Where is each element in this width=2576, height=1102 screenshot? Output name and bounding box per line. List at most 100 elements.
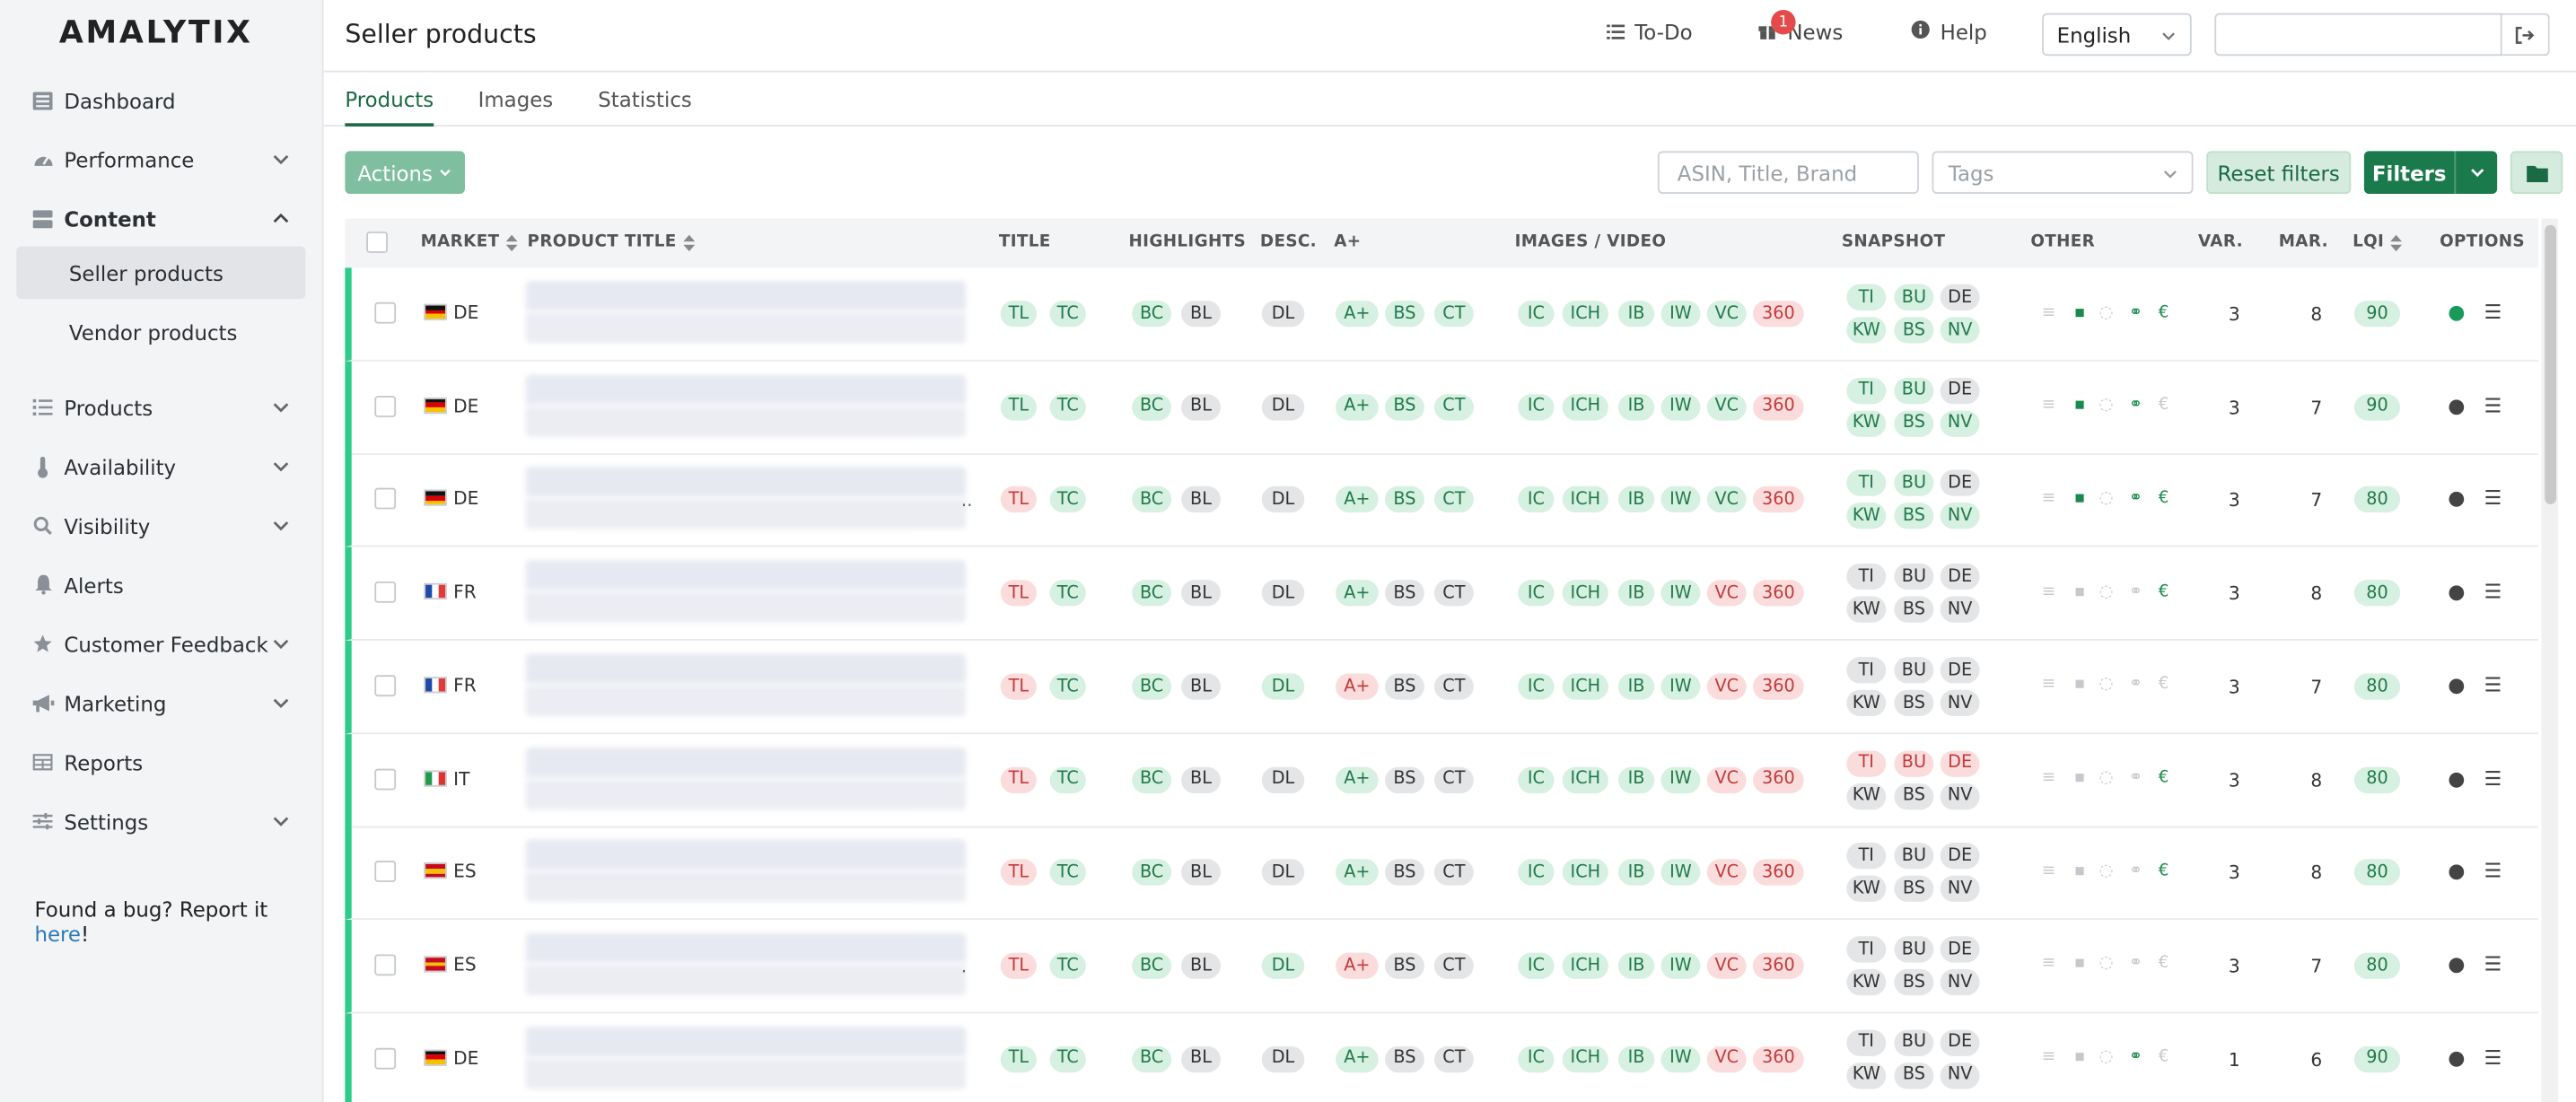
comment-icon[interactable]: ● bbox=[2448, 766, 2465, 790]
marketplaces-count: 8 bbox=[2310, 862, 2323, 885]
product-title-redacted[interactable] bbox=[525, 746, 967, 809]
sidebar-item-visibility[interactable]: Visibility bbox=[0, 501, 324, 550]
comment-icon[interactable]: ● bbox=[2448, 673, 2465, 696]
table-row[interactable]: DE TL TC BC BL DL A+ BS CT IC ICH IB IW VC 360 TI BU DE KW… bbox=[345, 267, 2538, 362]
comment-icon[interactable]: ● bbox=[2448, 394, 2465, 417]
image-360-badge: 360 bbox=[1752, 580, 1804, 607]
user-field[interactable] bbox=[2214, 13, 2502, 57]
comment-icon[interactable]: ● bbox=[2448, 1045, 2465, 1069]
table-row[interactable]: DE.. TL TC BC BL DL A+ BS CT IC ICH IB IW VC 360 TI BU DE… bbox=[345, 453, 2538, 548]
select-all-checkbox[interactable] bbox=[366, 232, 388, 253]
search-input[interactable]: ASIN, Title, Brand bbox=[1657, 151, 1919, 194]
options-list-icon[interactable]: ☰ bbox=[2484, 580, 2502, 603]
sidebar-item-settings[interactable]: Settings bbox=[0, 797, 324, 846]
options-list-icon[interactable]: ☰ bbox=[2484, 394, 2502, 417]
table-row[interactable]: ES TL TC BC BL DL A+ BS CT IC ICH IB IW VC 360 TI BU DE KW… bbox=[345, 826, 2538, 921]
sidebar-item-marketing[interactable]: Marketing bbox=[0, 678, 324, 728]
sidebar-item-alerts[interactable]: Alerts bbox=[0, 560, 324, 609]
sidebar-subitem-seller-products[interactable]: Seller products bbox=[16, 246, 306, 300]
sidebar-item-products[interactable]: Products bbox=[0, 382, 324, 432]
options-list-icon[interactable]: ☰ bbox=[2484, 860, 2502, 883]
product-title-redacted[interactable] bbox=[525, 467, 967, 530]
filters-dropdown-button[interactable] bbox=[2454, 151, 2498, 194]
row-checkbox[interactable] bbox=[374, 395, 397, 417]
other-indicator-icon: ⚭ bbox=[2128, 768, 2143, 787]
logout-button[interactable] bbox=[2500, 13, 2550, 57]
sidebar-item-content[interactable]: Content bbox=[0, 194, 324, 243]
table-row[interactable]: FR TL TC BC BL DL A+ BS CT IC ICH IB IW VC 360 TI BU DE KW… bbox=[345, 640, 2538, 734]
other-indicator-icon: ≡ bbox=[2041, 302, 2056, 321]
row-checkbox[interactable] bbox=[374, 954, 397, 976]
app-logo[interactable]: AMALYTIX bbox=[59, 14, 253, 50]
tab-images[interactable]: Images bbox=[478, 87, 554, 127]
marketplaces-count: 7 bbox=[2310, 397, 2323, 419]
row-checkbox[interactable] bbox=[374, 488, 397, 511]
table-row[interactable]: FR TL TC BC BL DL A+ BS CT IC ICH IB IW VC 360 TI BU DE KW… bbox=[345, 547, 2538, 642]
sidebar-item-label: Performance bbox=[64, 146, 195, 172]
image-ich-badge: ICH bbox=[1562, 393, 1608, 421]
comment-icon[interactable]: ● bbox=[2448, 860, 2465, 883]
other-indicator-icon: ⚭ bbox=[2128, 302, 2143, 321]
options-list-icon[interactable]: ☰ bbox=[2484, 487, 2502, 511]
options-list-icon[interactable]: ☰ bbox=[2484, 766, 2502, 790]
filters-button[interactable]: Filters bbox=[2363, 151, 2455, 194]
row-checkbox[interactable] bbox=[374, 302, 397, 324]
other-indicator-icon: ⚭ bbox=[2128, 582, 2143, 601]
row-checkbox[interactable] bbox=[374, 861, 397, 883]
table-row[interactable]: IT TL TC BC BL DL A+ BS CT IC ICH IB IW VC 360 TI BU DE KW… bbox=[345, 733, 2538, 827]
column-lqi[interactable]: LQI bbox=[2353, 233, 2403, 251]
saved-filters-button[interactable] bbox=[2510, 151, 2563, 194]
row-checkbox[interactable] bbox=[374, 767, 397, 790]
sidebar-item-performance[interactable]: Performance bbox=[0, 135, 324, 184]
snapshot-bs-badge: BS bbox=[1894, 968, 1934, 995]
options-list-icon[interactable]: ☰ bbox=[2484, 301, 2502, 324]
sidebar-subitem-vendor-products[interactable]: Vendor products bbox=[16, 305, 305, 358]
options-list-icon[interactable]: ☰ bbox=[2484, 1045, 2502, 1069]
column-product-title[interactable]: PRODUCT TITLE bbox=[528, 233, 695, 251]
tab-statistics[interactable]: Statistics bbox=[598, 87, 692, 127]
column-mar: MAR. bbox=[2278, 232, 2328, 252]
variations-count: 3 bbox=[2228, 303, 2240, 326]
row-checkbox[interactable] bbox=[374, 1047, 397, 1069]
row-checkbox[interactable] bbox=[374, 582, 397, 603]
comment-icon[interactable]: ● bbox=[2448, 301, 2465, 324]
comment-icon[interactable]: ● bbox=[2448, 952, 2465, 975]
market-code: ES bbox=[453, 954, 477, 976]
todo-button[interactable]: To-Do bbox=[1607, 20, 1693, 44]
product-title-redacted[interactable] bbox=[525, 839, 967, 903]
sidebar-item-reports[interactable]: Reports bbox=[0, 738, 324, 787]
language-select[interactable]: English bbox=[2042, 13, 2192, 57]
table-row[interactable]: ES. TL TC BC BL DL A+ BS CT IC ICH IB IW VC 360 TI BU DE K… bbox=[345, 919, 2538, 1014]
product-title-redacted[interactable] bbox=[525, 373, 967, 437]
scrollbar-thumb[interactable] bbox=[2545, 224, 2557, 504]
tab-products[interactable]: Products bbox=[345, 87, 434, 127]
table-row[interactable]: DE TL TC BC BL DL A+ BS CT IC ICH IB IW VC 360 TI BU DE KW… bbox=[345, 1012, 2538, 1102]
bug-report-link[interactable]: here bbox=[34, 922, 81, 946]
sidebar-item-dashboard[interactable]: Dashboard bbox=[0, 75, 324, 125]
product-title-redacted[interactable] bbox=[525, 1026, 967, 1089]
product-title-redacted[interactable] bbox=[525, 932, 967, 995]
product-title-redacted[interactable] bbox=[525, 560, 967, 623]
product-title-redacted[interactable] bbox=[525, 280, 967, 344]
title-tl-badge: TL bbox=[1000, 1045, 1037, 1072]
image-ich-badge: ICH bbox=[1562, 859, 1608, 886]
tags-select[interactable]: Tags bbox=[1932, 151, 2194, 194]
sidebar-item-availability[interactable]: Availability bbox=[0, 442, 324, 491]
actions-button[interactable]: Actions bbox=[345, 151, 465, 194]
highlights-bl-badge: BL bbox=[1181, 393, 1221, 421]
table-row[interactable]: DE TL TC BC BL DL A+ BS CT IC ICH IB IW VC 360 TI BU DE KW… bbox=[345, 361, 2538, 455]
title-tl-badge: TL bbox=[1000, 580, 1037, 607]
todo-list-icon bbox=[1607, 20, 1625, 44]
reset-filters-button[interactable]: Reset filters bbox=[2206, 151, 2352, 194]
help-button[interactable]: Help bbox=[1911, 20, 1987, 44]
options-list-icon[interactable]: ☰ bbox=[2484, 673, 2502, 696]
sidebar-item-customer-feedback[interactable]: Customer Feedback bbox=[0, 619, 324, 669]
column-market[interactable]: MARKET bbox=[421, 233, 518, 251]
other-indicator-icon: ≡ bbox=[2041, 768, 2056, 787]
comment-icon[interactable]: ● bbox=[2448, 487, 2465, 511]
image-ic-badge: IC bbox=[1518, 1045, 1555, 1072]
comment-icon[interactable]: ● bbox=[2448, 580, 2465, 603]
row-checkbox[interactable] bbox=[374, 674, 397, 696]
product-title-redacted[interactable] bbox=[525, 653, 967, 716]
options-list-icon[interactable]: ☰ bbox=[2484, 952, 2502, 975]
